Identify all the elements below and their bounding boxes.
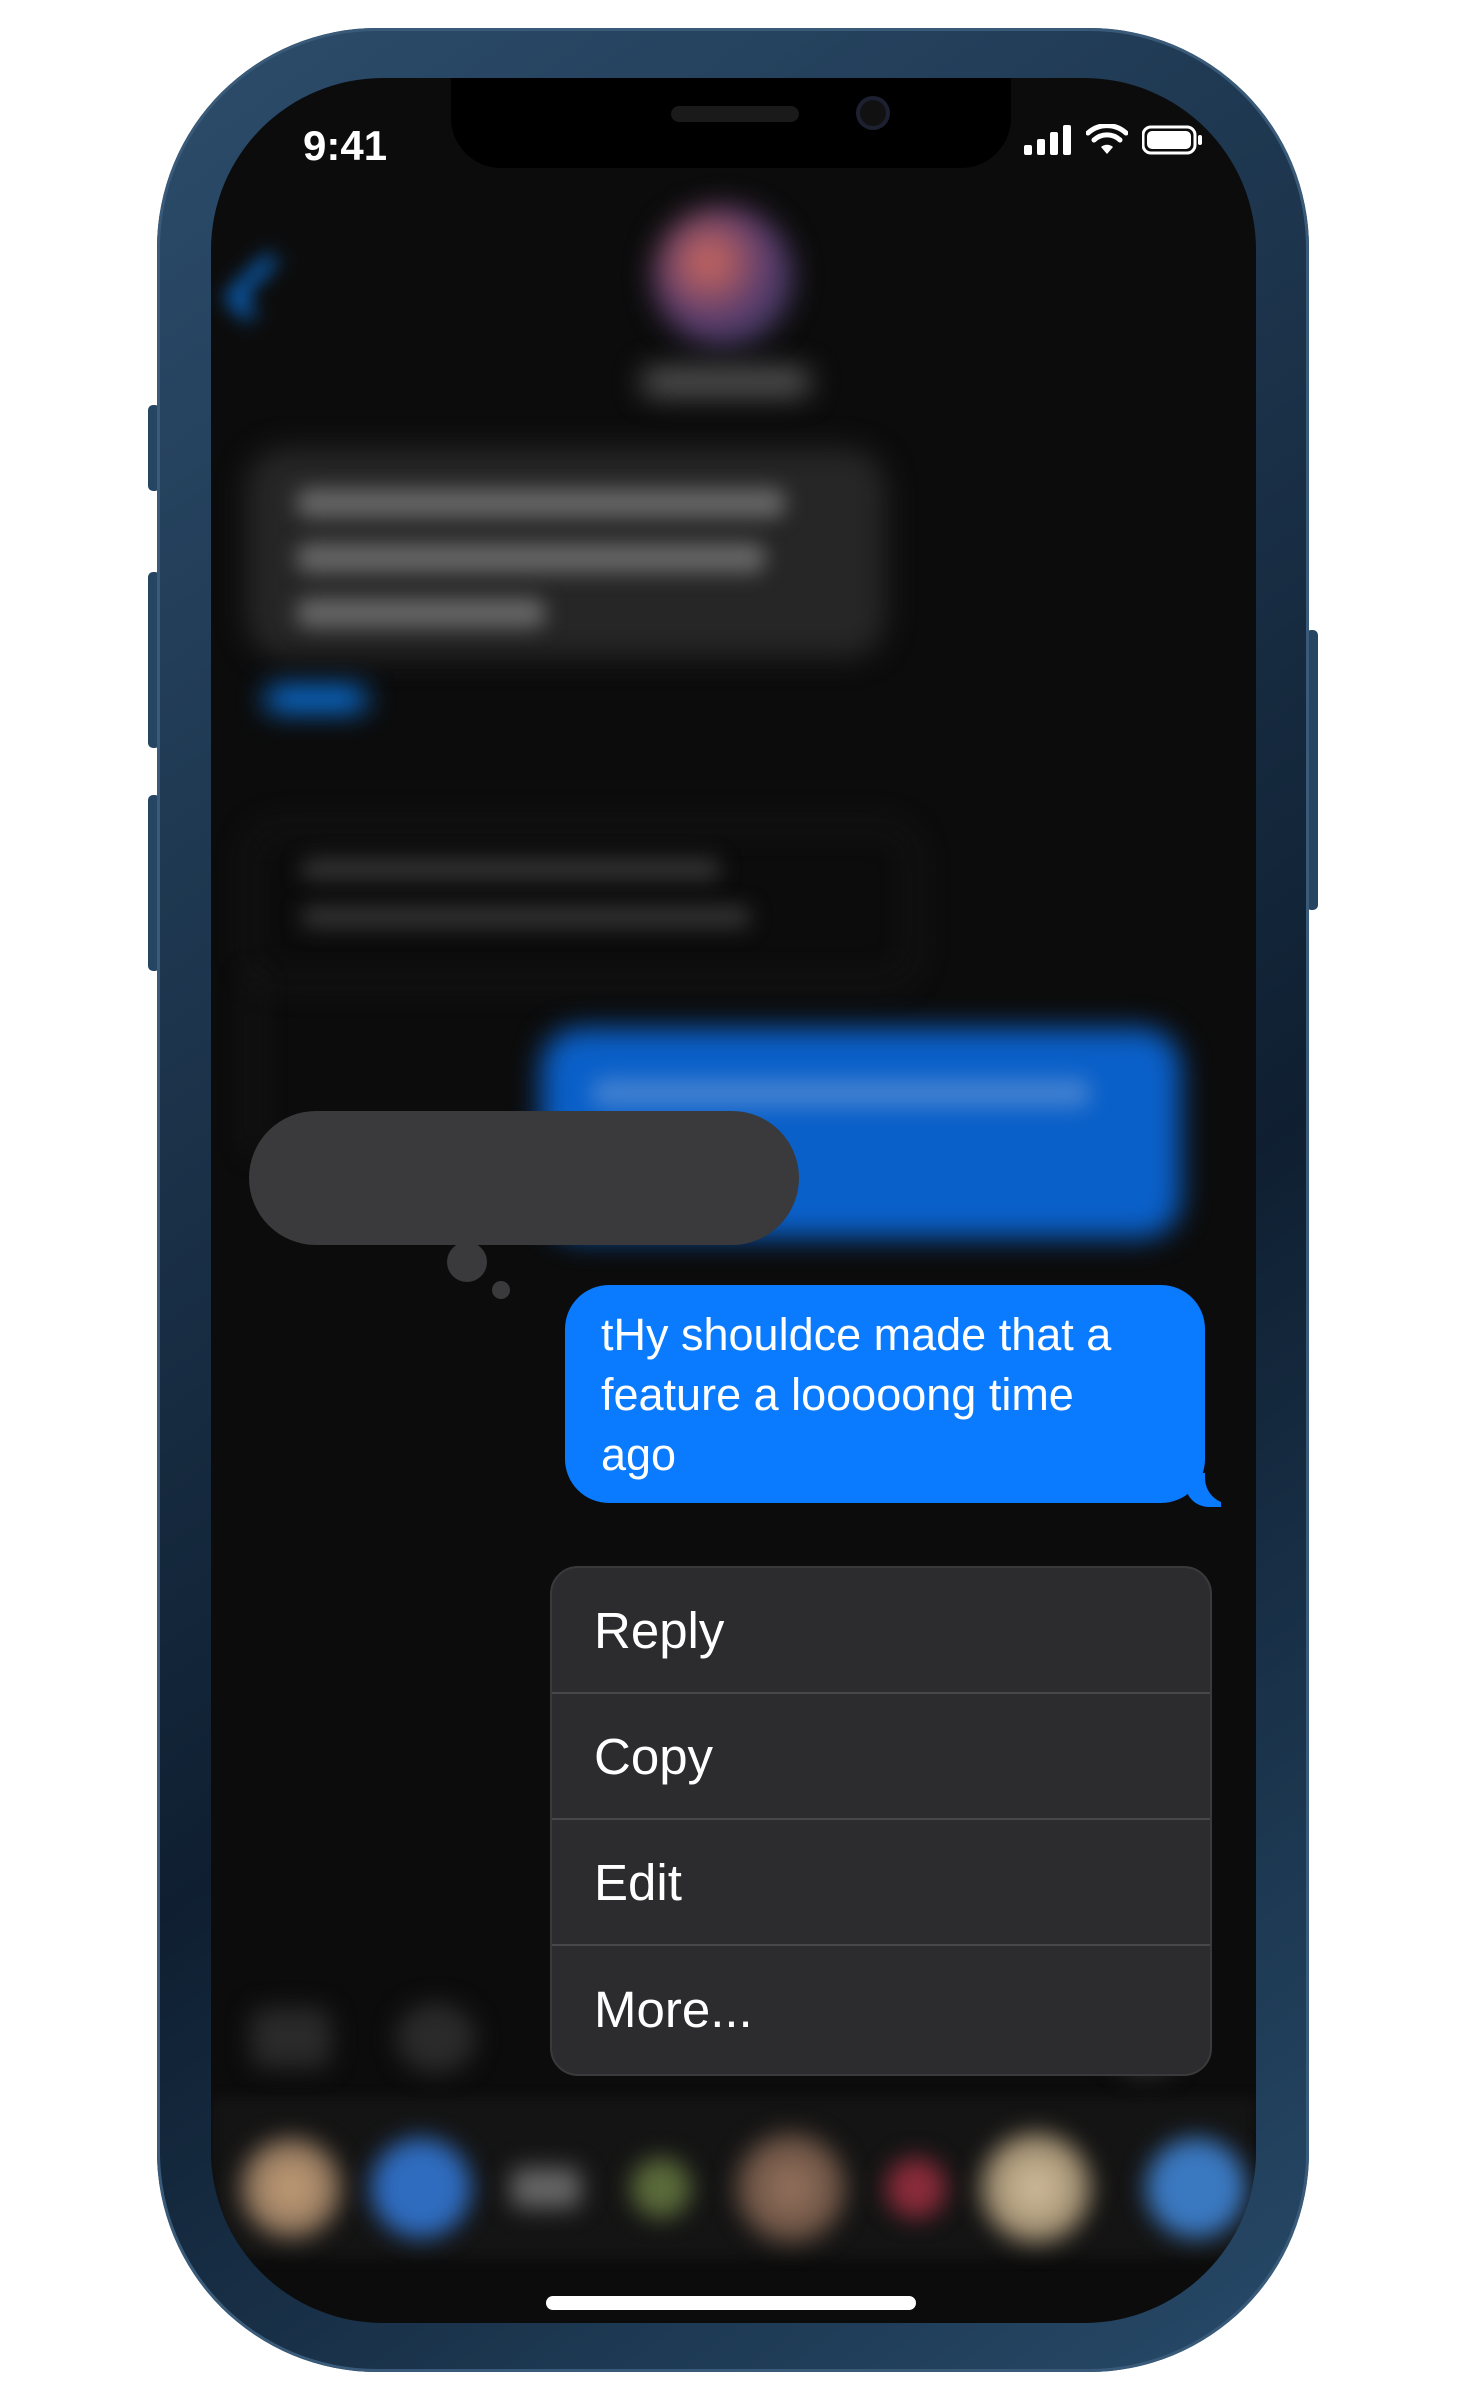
avatar[interactable] <box>653 206 793 346</box>
contact-name-blurred <box>641 368 811 396</box>
back-chevron-icon[interactable] <box>225 253 293 321</box>
menu-item-label: More... <box>594 1980 753 2038</box>
memoji-icon[interactable] <box>241 2138 341 2238</box>
app-store-drawer-icon[interactable] <box>371 2138 471 2238</box>
home-indicator[interactable] <box>546 2296 916 2310</box>
notch <box>451 78 1011 168</box>
app-drawer-blurred <box>211 2098 1256 2258</box>
context-menu: Reply Copy Edit More... <box>550 1566 1212 2076</box>
signal-icon <box>1024 125 1071 155</box>
menu-item-reply[interactable]: Reply <box>552 1568 1210 1694</box>
menu-item-label: Copy <box>594 1727 714 1785</box>
blurred-text-line <box>591 1078 1091 1108</box>
status-time: 9:41 <box>303 122 388 169</box>
menu-item-copy[interactable]: Copy <box>552 1694 1210 1820</box>
edited-label-blurred <box>266 688 366 710</box>
menu-item-label: Reply <box>594 1601 725 1659</box>
reply-preview-blurred <box>246 823 918 985</box>
battery-icon <box>1142 125 1202 155</box>
status-icons <box>1024 124 1204 156</box>
message-text-line: feature a looooong time <box>601 1369 1074 1420</box>
typing-indicator-dot <box>492 1281 510 1299</box>
digital-touch-icon[interactable] <box>886 2158 946 2218</box>
apple-pay-icon[interactable] <box>511 2168 581 2208</box>
blurred-text-line <box>296 488 786 518</box>
menu-item-edit[interactable]: Edit <box>552 1820 1210 1946</box>
message-text-line: ago <box>601 1429 677 1480</box>
menu-item-more[interactable]: More... <box>552 1946 1210 2072</box>
sticker-icon[interactable] <box>981 2133 1091 2243</box>
camera <box>856 96 890 130</box>
more-apps-icon[interactable] <box>1146 2138 1246 2238</box>
message-text-line: tHy shouldce made that a <box>601 1309 1112 1360</box>
phone-screen: 9:41 tHy shouldce made that a feature a … <box>211 78 1256 2323</box>
menu-item-label: Edit <box>594 1853 682 1911</box>
selected-message-bubble[interactable]: tHy shouldce made that a feature a loooo… <box>565 1285 1205 1503</box>
app-store-icon[interactable] <box>396 2003 476 2073</box>
animoji-icon[interactable] <box>736 2133 846 2243</box>
blurred-text-line <box>296 543 766 573</box>
speaker <box>671 106 799 122</box>
wifi-icon <box>1086 124 1128 154</box>
typing-indicator-dot <box>447 1242 487 1282</box>
camera-icon[interactable] <box>251 2008 331 2068</box>
activity-icon[interactable] <box>631 2158 691 2218</box>
reply-thread-line <box>251 973 255 1153</box>
blurred-text-line <box>301 858 721 880</box>
blurred-text-line <box>296 598 546 628</box>
blurred-text-line <box>301 906 751 928</box>
typing-indicator-bubble <box>249 1111 799 1245</box>
